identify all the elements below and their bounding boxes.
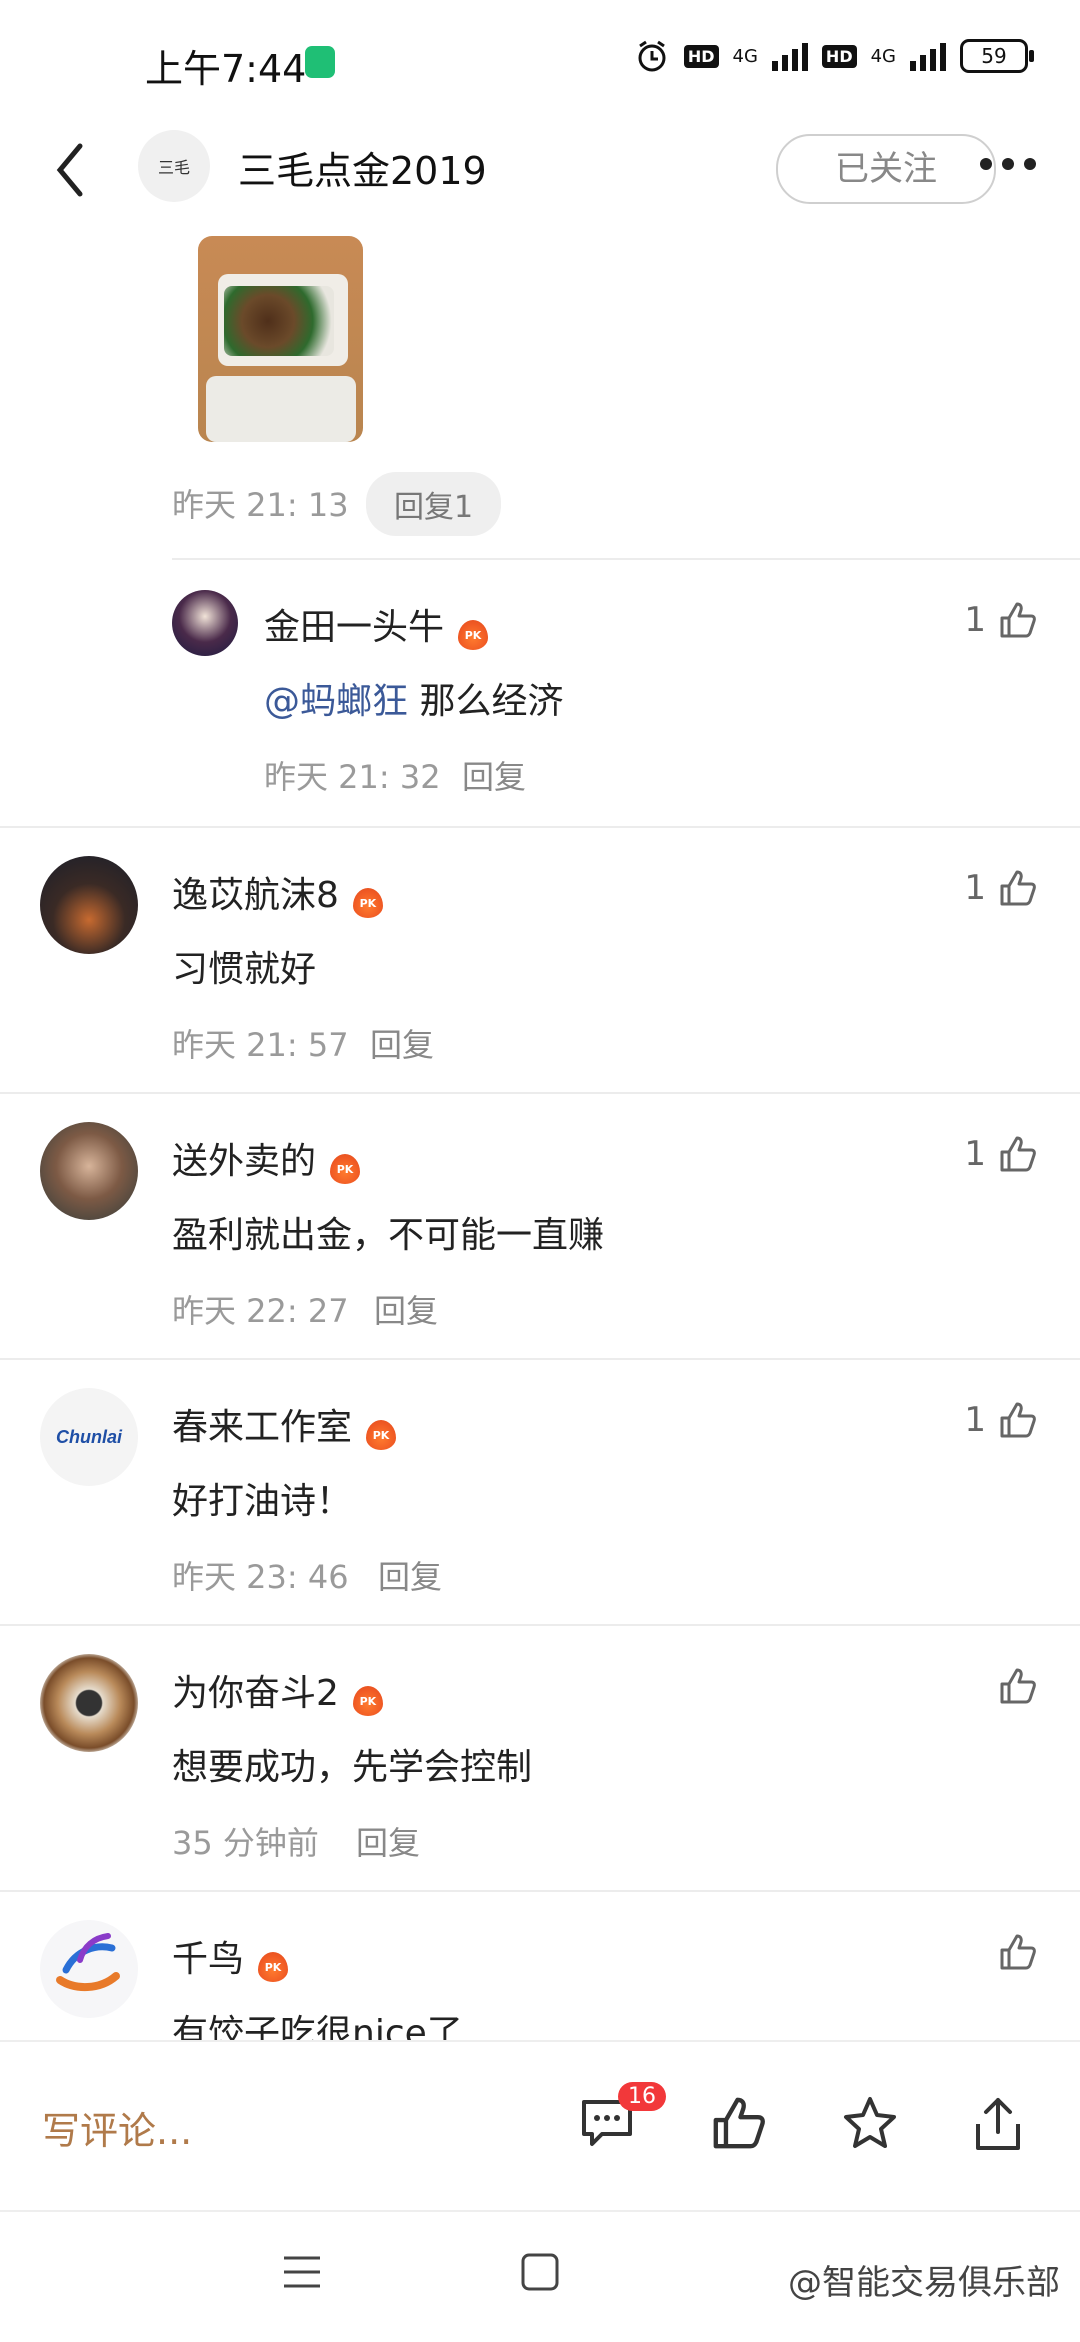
thumb-up-icon [1000,1934,1036,1970]
username[interactable]: 逸苡航沫8 [172,875,339,916]
avatar[interactable]: Chunlai [40,1388,138,1486]
comment-text: @蚂螂狂 那么经济 [264,681,564,722]
write-comment-input[interactable]: 写评论... [42,2100,192,2155]
like-count: 1 [964,1134,986,1174]
home-icon[interactable] [520,2252,560,2292]
hd-badge: HD [683,44,719,68]
avatar[interactable] [40,1654,138,1752]
signal-icon [771,41,808,71]
like-button[interactable]: 1 [964,600,1038,640]
username[interactable]: 春来工作室 [172,1407,352,1448]
mention-link[interactable]: @蚂螂狂 [264,681,408,722]
comment-text: 盈利就出金，不可能一直赚 [172,1215,605,1256]
divider [0,1890,1080,1892]
reply-button[interactable]: 回复 [356,1818,420,1864]
hd-badge-2: HD [821,44,857,68]
divider [0,826,1080,828]
comment-count-badge: 16 [618,2082,666,2111]
comment-time: 35 分钟前 [172,1824,319,1862]
reply-button[interactable]: 回复 [374,1286,438,1332]
avatar[interactable] [40,856,138,954]
divider [172,558,1080,560]
author-avatar[interactable]: 三毛 [138,130,210,202]
status-indicators: HD 4G HD 4G 59 [634,38,1034,74]
username[interactable]: 千鸟 [172,1939,244,1980]
network-label-2: 4G [870,45,896,67]
avatar[interactable] [172,590,238,656]
divider [0,1358,1080,1360]
pk-fire-icon: PK [330,1153,361,1184]
share-icon[interactable] [970,2094,1026,2154]
like-count: 1 [964,1400,986,1440]
network-label: 4G [732,45,758,67]
avatar[interactable] [40,1920,138,2018]
thumb-up-icon [1000,1668,1036,1704]
page-title[interactable]: 三毛点金2019 [238,140,487,195]
comment-time: 昨天 21: 57 [172,1026,349,1064]
battery-level: 59 [981,44,1007,68]
pk-fire-icon: PK [458,619,489,650]
bird-logo-icon [56,1933,120,1992]
back-arrow-icon[interactable] [50,140,90,200]
pk-fire-icon: PK [258,1951,289,1982]
like-post-icon[interactable] [710,2094,768,2152]
username[interactable]: 金田一头牛 [264,607,444,648]
like-button[interactable]: 1 [964,1134,1038,1174]
like-count: 1 [964,868,986,908]
like-button[interactable] [986,1666,1038,1706]
comment-text: 习惯就好 [172,949,317,990]
reply-button[interactable]: 回复 [462,752,526,798]
alarm-icon [638,40,666,72]
like-button[interactable] [986,1932,1038,1972]
thumb-up-icon [1000,1402,1036,1438]
reply-button[interactable]: 回复 [378,1552,442,1598]
comment-time: 昨天 23: 46 [172,1558,349,1596]
follow-button[interactable]: 已关注 [776,134,996,204]
pk-fire-icon: PK [352,887,383,918]
comment-time: 昨天 21: 32 [264,758,441,796]
comment-time: 昨天 22: 27 [172,1292,349,1330]
divider [0,1624,1080,1626]
status-bar: 上午7:44 HD 4G HD 4G 59 [0,0,1080,120]
watermark-text: @智能交易俱乐部 [788,2263,1060,2303]
reply-button[interactable]: 回复 [370,1020,434,1066]
like-count: 1 [964,600,986,640]
divider [0,1092,1080,1094]
more-icon[interactable] [980,144,1040,184]
pk-fire-icon: PK [352,1685,383,1716]
status-time: 上午7:44 [145,47,307,91]
thumb-up-icon [1000,1136,1036,1172]
star-icon[interactable] [840,2094,900,2154]
shield-icon [305,46,335,78]
menu-icon[interactable] [282,2254,322,2290]
comment-text: 好打油诗！ [172,1481,353,1522]
avatar[interactable] [40,1122,138,1220]
reply-count-button[interactable]: 回复1 [366,472,502,536]
comment-image[interactable] [198,236,363,442]
comment-time: 昨天 21: 13 [172,486,349,524]
like-button[interactable]: 1 [964,1400,1038,1440]
comment-text: 想要成功，先学会控制 [172,1747,533,1788]
thumb-up-icon [1000,870,1036,906]
comment-item: 千鸟 PK 有饺子吃很nice了 [0,1912,1080,2040]
battery-icon: 59 [960,39,1034,73]
comment-text: 有饺子吃很nice了 [172,2013,463,2040]
username[interactable]: 送外卖的 [172,1141,316,1182]
signal-icon-2 [910,41,946,71]
like-button[interactable]: 1 [964,868,1038,908]
thumb-up-icon [1000,602,1036,638]
pk-fire-icon: PK [366,1419,397,1450]
username[interactable]: 为你奋斗2 [172,1673,339,1714]
